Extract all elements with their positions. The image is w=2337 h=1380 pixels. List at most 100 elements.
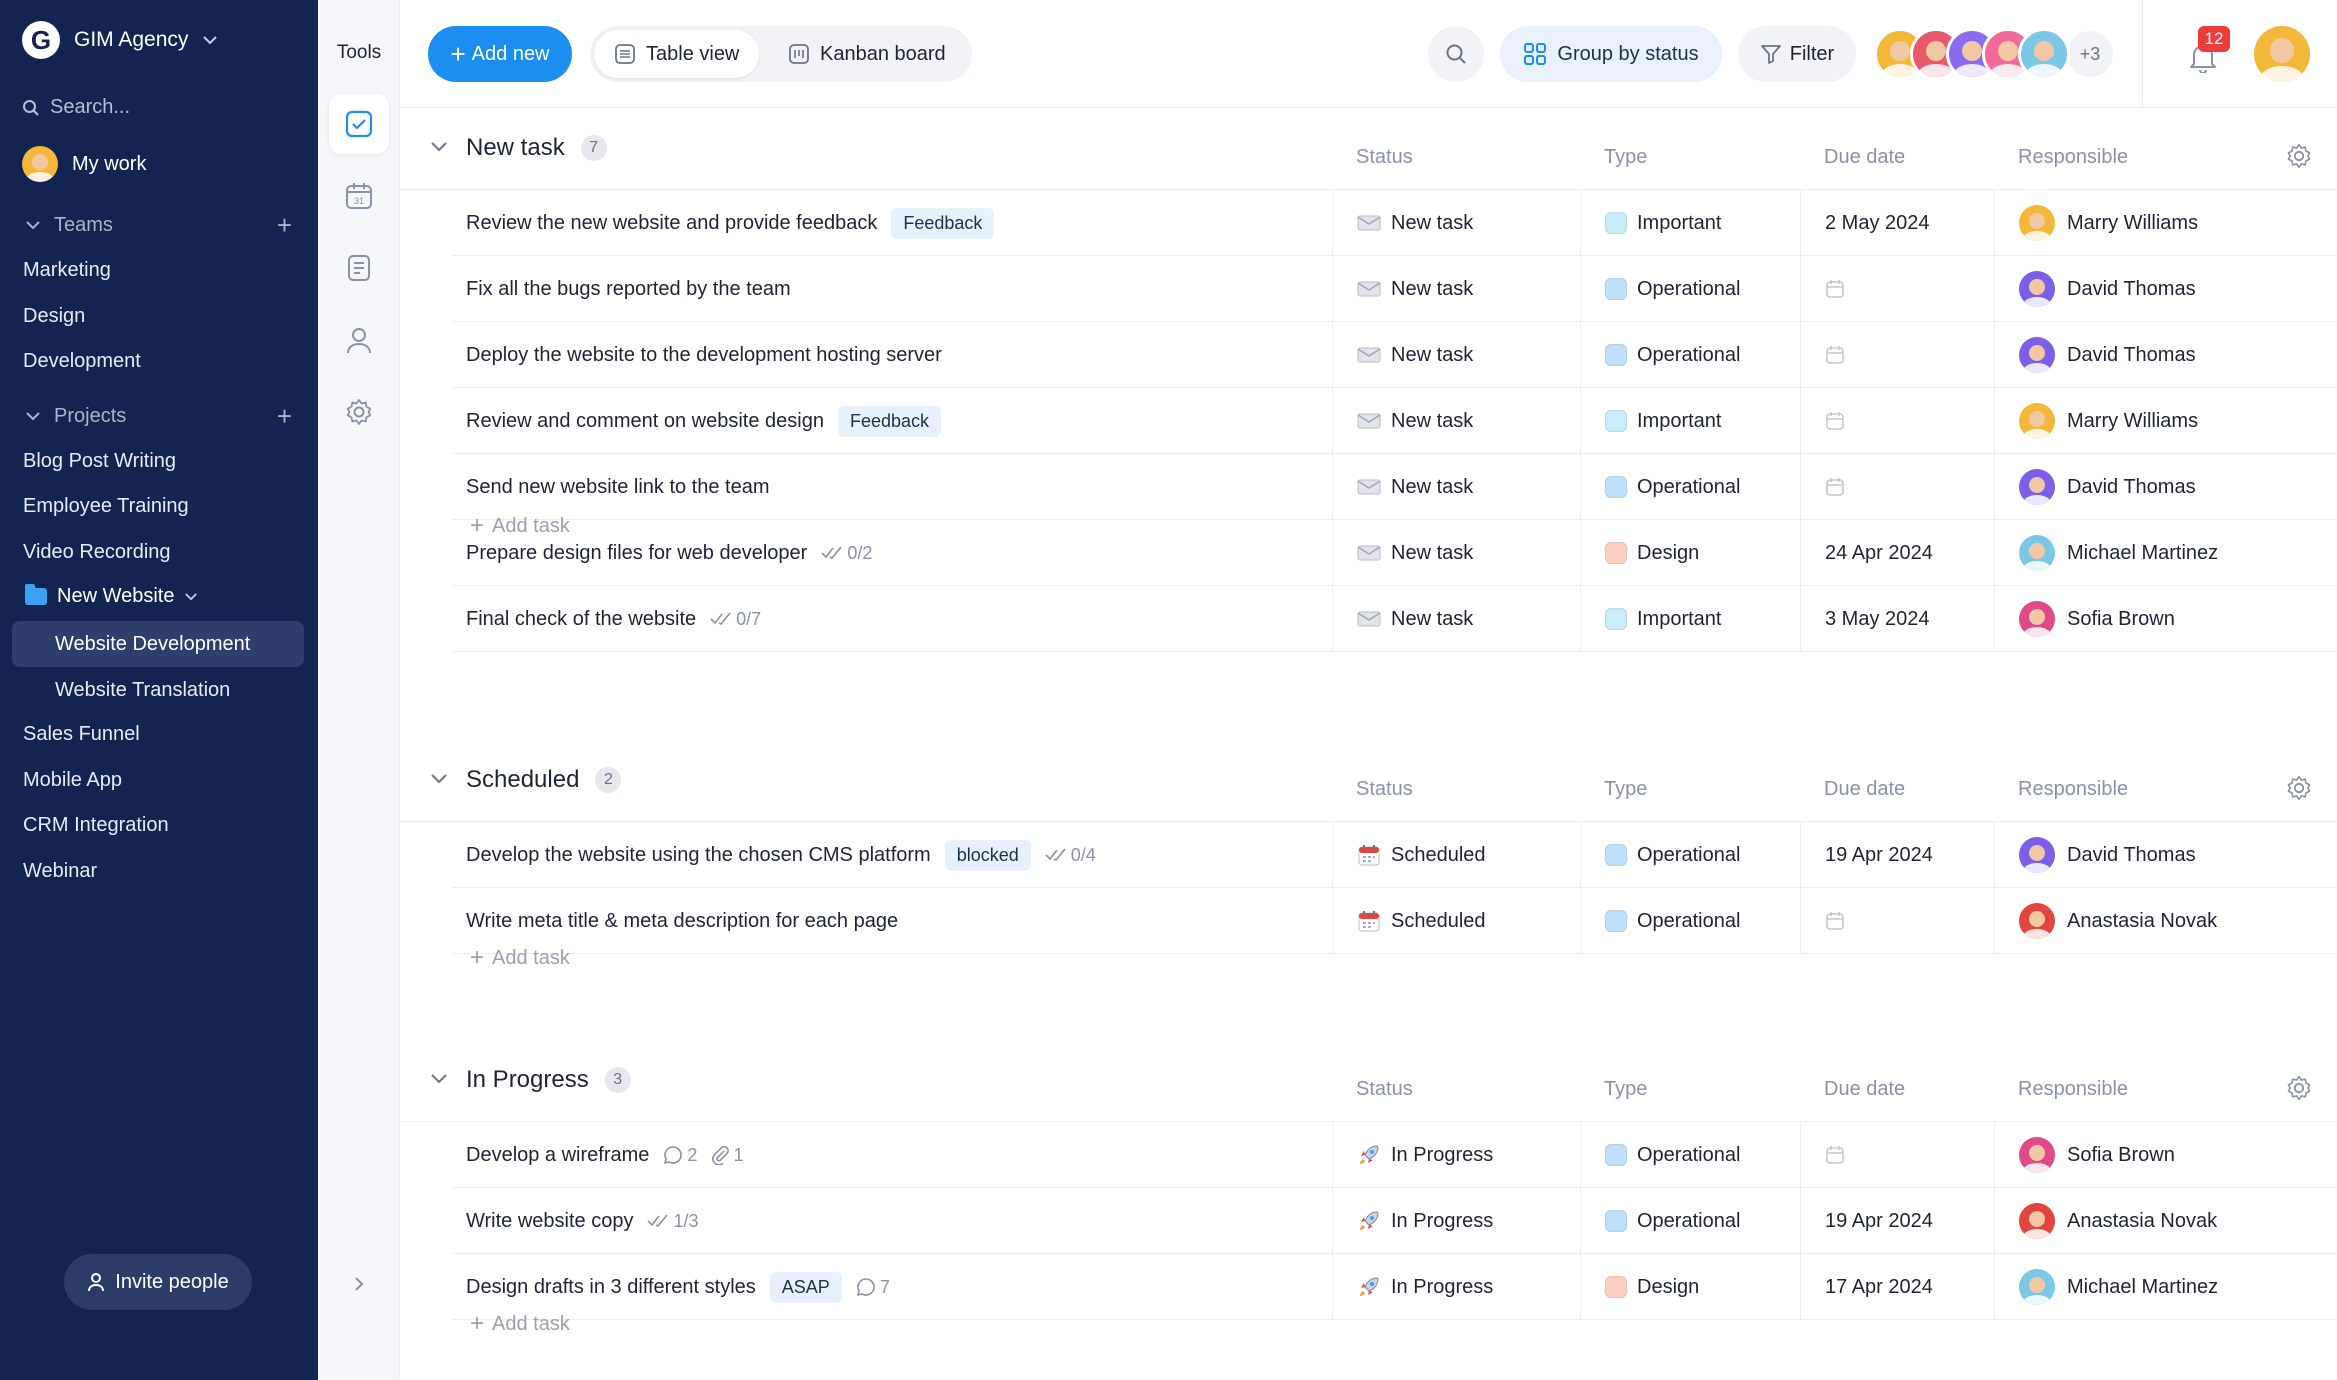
task-due-cell[interactable]: 2 May 2024: [1800, 190, 1994, 256]
tool-people[interactable]: [329, 310, 389, 370]
task-responsible-cell[interactable]: Sofia Brown: [1994, 1122, 2337, 1188]
sidebar-project-training[interactable]: Employee Training: [23, 495, 189, 518]
table-row[interactable]: Develop the website using the chosen CMS…: [452, 822, 2337, 888]
tool-settings[interactable]: [329, 382, 389, 442]
task-type-cell[interactable]: Important: [1580, 586, 1800, 652]
workspace-switcher[interactable]: G GIM Agency: [22, 20, 218, 60]
task-name[interactable]: Write website copy: [466, 1210, 633, 1233]
task-name[interactable]: Design drafts in 3 different styles: [466, 1276, 756, 1299]
task-status-cell[interactable]: In Progress: [1332, 1188, 1580, 1254]
tool-docs[interactable]: [329, 238, 389, 298]
task-name[interactable]: Final check of the website: [466, 608, 696, 631]
group-settings-button[interactable]: [2285, 142, 2313, 175]
profile-avatar[interactable]: [2254, 26, 2310, 82]
table-row[interactable]: Send new website link to the team New tas…: [452, 454, 2337, 520]
column-header-due-date[interactable]: Due date: [1824, 778, 1905, 801]
comments-count[interactable]: 7: [856, 1277, 890, 1298]
task-status-cell[interactable]: New task: [1332, 190, 1580, 256]
add-task-button[interactable]: + Add task: [470, 506, 570, 546]
checklist-progress[interactable]: 1/3: [647, 1211, 699, 1232]
group-title[interactable]: In Progress 3: [466, 1066, 631, 1094]
task-tag[interactable]: ASAP: [769, 1271, 842, 1303]
task-status-cell[interactable]: Scheduled: [1332, 822, 1580, 888]
task-responsible-cell[interactable]: Anastasia Novak: [1994, 1188, 2337, 1254]
sidebar-project-blog[interactable]: Blog Post Writing: [23, 450, 176, 473]
collapse-group-toggle[interactable]: [430, 772, 448, 790]
column-header-status[interactable]: Status: [1356, 1078, 1413, 1101]
task-status-cell[interactable]: New task: [1332, 256, 1580, 322]
task-status-cell[interactable]: Scheduled: [1332, 888, 1580, 954]
table-row[interactable]: Review the new website and provide feedb…: [452, 190, 2337, 256]
task-status-cell[interactable]: In Progress: [1332, 1254, 1580, 1320]
sidebar-search[interactable]: Search...: [22, 96, 130, 119]
task-type-cell[interactable]: Operational: [1580, 256, 1800, 322]
task-responsible-cell[interactable]: Anastasia Novak: [1994, 888, 2337, 954]
task-responsible-cell[interactable]: Michael Martinez: [1994, 520, 2337, 586]
task-type-cell[interactable]: Operational: [1580, 322, 1800, 388]
task-status-cell[interactable]: New task: [1332, 586, 1580, 652]
task-responsible-cell[interactable]: David Thomas: [1994, 322, 2337, 388]
column-header-due-date[interactable]: Due date: [1824, 1078, 1905, 1101]
task-name-cell[interactable]: Design drafts in 3 different styles ASAP 7: [466, 1254, 1332, 1320]
add-task-button[interactable]: + Add task: [470, 938, 570, 978]
task-type-cell[interactable]: Important: [1580, 388, 1800, 454]
task-name-cell[interactable]: Review and comment on website design Feed…: [466, 388, 1332, 454]
table-view-tab[interactable]: Table view: [594, 30, 760, 78]
task-name-cell[interactable]: Send new website link to the team: [466, 454, 1332, 520]
sidebar-item-my-work[interactable]: My work: [22, 146, 146, 182]
task-tag[interactable]: Feedback: [837, 405, 942, 437]
task-due-cell[interactable]: [1800, 322, 1994, 388]
task-due-cell[interactable]: 24 Apr 2024: [1800, 520, 1994, 586]
task-name-cell[interactable]: Write website copy 1/3: [466, 1188, 1332, 1254]
task-status-cell[interactable]: New task: [1332, 520, 1580, 586]
sidebar-project-mobile-app[interactable]: Mobile App: [23, 769, 122, 792]
group-title[interactable]: Scheduled 2: [466, 766, 622, 794]
add-new-button[interactable]: + Add new: [428, 26, 572, 82]
task-name-cell[interactable]: Fix all the bugs reported by the team: [466, 256, 1332, 322]
task-name[interactable]: Develop the website using the chosen CMS…: [466, 844, 931, 867]
task-name-cell[interactable]: Review the new website and provide feedb…: [466, 190, 1332, 256]
task-due-cell[interactable]: 19 Apr 2024: [1800, 822, 1994, 888]
task-responsible-cell[interactable]: David Thomas: [1994, 454, 2337, 520]
task-type-cell[interactable]: Design: [1580, 520, 1800, 586]
table-row[interactable]: Develop a wireframe 2 1 In Progress Operatio…: [452, 1122, 2337, 1188]
column-header-due-date[interactable]: Due date: [1824, 146, 1905, 169]
task-due-cell[interactable]: [1800, 1122, 1994, 1188]
task-name[interactable]: Develop a wireframe: [466, 1144, 649, 1167]
table-row[interactable]: Fix all the bugs reported by the team New…: [452, 256, 2337, 322]
task-type-cell[interactable]: Operational: [1580, 1188, 1800, 1254]
task-responsible-cell[interactable]: David Thomas: [1994, 822, 2337, 888]
group-settings-button[interactable]: [2285, 774, 2313, 807]
task-tag[interactable]: blocked: [944, 839, 1031, 871]
column-header-status[interactable]: Status: [1356, 146, 1413, 169]
task-type-cell[interactable]: Important: [1580, 190, 1800, 256]
task-name-cell[interactable]: Develop the website using the chosen CMS…: [466, 822, 1332, 888]
sidebar-project-sales-funnel[interactable]: Sales Funnel: [23, 723, 140, 746]
task-status-cell[interactable]: New task: [1332, 388, 1580, 454]
task-status-cell[interactable]: In Progress: [1332, 1122, 1580, 1188]
sidebar-team-design[interactable]: Design: [23, 305, 85, 328]
table-row[interactable]: Design drafts in 3 different styles ASAP 7…: [452, 1254, 2337, 1320]
column-header-type[interactable]: Type: [1604, 1078, 1647, 1101]
task-name-cell[interactable]: Develop a wireframe 2 1: [466, 1122, 1332, 1188]
table-row[interactable]: Write website copy 1/3 In Progress Operatio…: [452, 1188, 2337, 1254]
task-name[interactable]: Review and comment on website design: [466, 410, 824, 433]
sidebar-team-marketing[interactable]: Marketing: [23, 259, 111, 282]
sidebar-project-crm[interactable]: CRM Integration: [23, 814, 169, 837]
add-project-icon[interactable]: +: [277, 403, 292, 429]
search-button[interactable]: [1428, 26, 1484, 82]
sidebar-project-video[interactable]: Video Recording: [23, 541, 171, 564]
task-due-cell[interactable]: [1800, 388, 1994, 454]
sidebar-project-webinar[interactable]: Webinar: [23, 860, 97, 883]
task-status-cell[interactable]: New task: [1332, 454, 1580, 520]
table-row[interactable]: Prepare design files for web developer 0/…: [452, 520, 2337, 586]
table-row[interactable]: Deploy the website to the development ho…: [452, 322, 2337, 388]
task-due-cell[interactable]: 3 May 2024: [1800, 586, 1994, 652]
task-due-cell[interactable]: [1800, 888, 1994, 954]
task-tag[interactable]: Feedback: [891, 207, 995, 239]
column-header-status[interactable]: Status: [1356, 778, 1413, 801]
group-by-status-button[interactable]: Group by status: [1500, 26, 1722, 82]
task-type-cell[interactable]: Operational: [1580, 1122, 1800, 1188]
task-name[interactable]: Fix all the bugs reported by the team: [466, 278, 791, 301]
task-type-cell[interactable]: Operational: [1580, 822, 1800, 888]
